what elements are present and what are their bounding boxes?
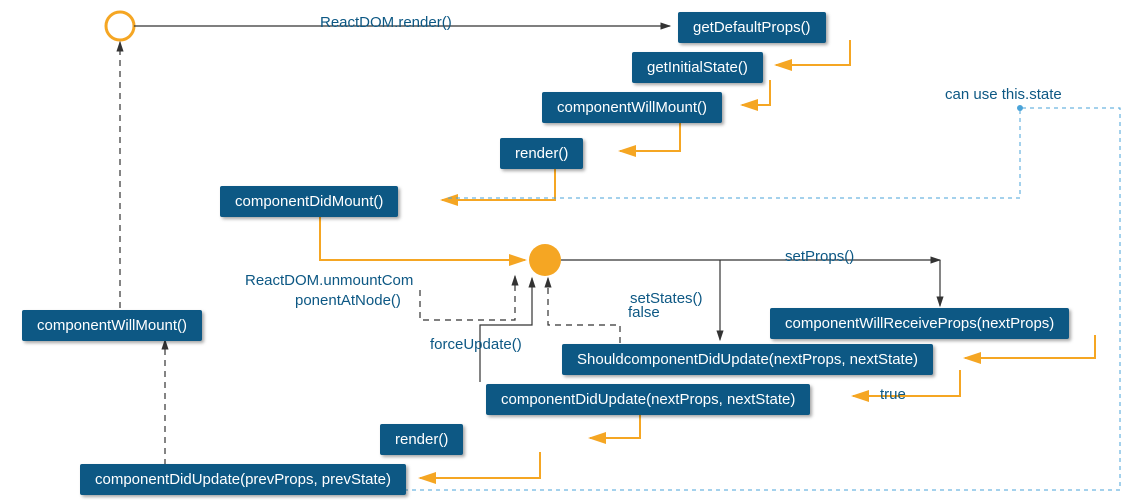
node-getdefaultprops: getDefaultProps() <box>678 12 826 43</box>
node-componentdidmount: componentDidMount() <box>220 186 398 217</box>
node-componentdidupdate-mid: componentDidUpdate(nextProps, nextState) <box>486 384 810 415</box>
node-componentdidupdate-bottom: componentDidUpdate(prevProps, prevState) <box>80 464 406 495</box>
label-unmount1: ReactDOM.unmountCom <box>245 272 413 289</box>
node-left-componentwillmount: componentWillMount() <box>22 310 202 341</box>
label-true: true <box>880 386 906 403</box>
label-unmount2: ponentAtNode() <box>295 292 401 309</box>
label-start: ReactDOM.render() <box>320 14 452 31</box>
node-getinitialstate: getInitialState() <box>632 52 763 83</box>
connectors <box>0 0 1135 500</box>
label-forceupdate: forceUpdate() <box>430 336 522 353</box>
label-can-use-state: can use this.state <box>945 86 1062 103</box>
label-setprops: setProps() <box>785 248 854 265</box>
diagram-stage: ReactDOM.render() can use this.state set… <box>0 0 1135 500</box>
node-shouldcomponentdidupdate: ShouldcomponentDidUpdate(nextProps, next… <box>562 344 933 375</box>
node-componentwillreceiveprops: componentWillReceiveProps(nextProps) <box>770 308 1069 339</box>
node-render: render() <box>500 138 583 169</box>
label-false: false <box>628 304 660 321</box>
node-render2: render() <box>380 424 463 455</box>
node-componentwillmount: componentWillMount() <box>542 92 722 123</box>
